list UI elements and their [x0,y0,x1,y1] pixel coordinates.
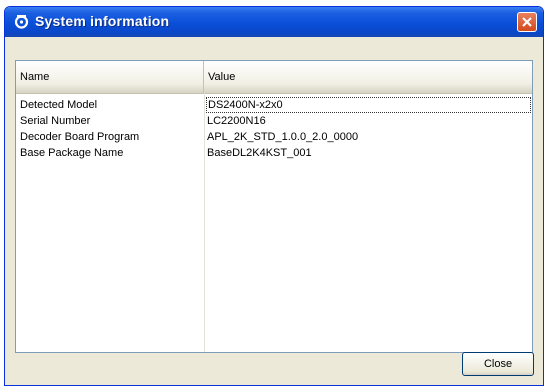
app-icon [14,15,29,29]
list-item-name: Decoder Board Program [20,131,140,143]
title-close-button[interactable] [517,12,537,32]
window-title: System information [35,13,170,29]
dialog-body: Name Value Detected Model DS2400N-x2x0 Ser… [8,37,540,382]
list-item[interactable]: Decoder Board Program APL_2K_STD_1.0.0_2.… [16,129,532,145]
list-item[interactable]: Serial Number LC2200N16 [16,113,532,129]
list-header: Name Value [16,61,532,94]
list-item-name: Detected Model [20,99,98,111]
list-item[interactable]: Detected Model DS2400N-x2x0 [16,97,532,113]
column-header-name[interactable]: Name [16,61,204,93]
list-item-value: LC2200N16 [207,115,266,127]
close-icon [522,17,532,27]
list-item-name: Base Package Name [20,147,124,159]
info-list[interactable]: Name Value Detected Model DS2400N-x2x0 Ser… [15,60,533,353]
column-header-value[interactable]: Value [204,61,532,93]
list-rows: Detected Model DS2400N-x2x0 Serial Number L… [16,97,532,161]
list-item-value: BaseDL2K4KST_001 [207,147,312,159]
system-information-dialog: System information Name Value Detected M… [4,6,544,386]
list-item-value: APL_2K_STD_1.0.0_2.0_0000 [207,131,359,143]
list-item[interactable]: Base Package Name BaseDL2K4KST_001 [16,145,532,161]
title-bar[interactable]: System information [5,7,543,37]
list-item-name: Serial Number [20,115,91,127]
close-button[interactable]: Close [462,352,534,376]
list-item-value: DS2400N-x2x0 [206,97,531,113]
close-button-label: Close [483,358,513,370]
